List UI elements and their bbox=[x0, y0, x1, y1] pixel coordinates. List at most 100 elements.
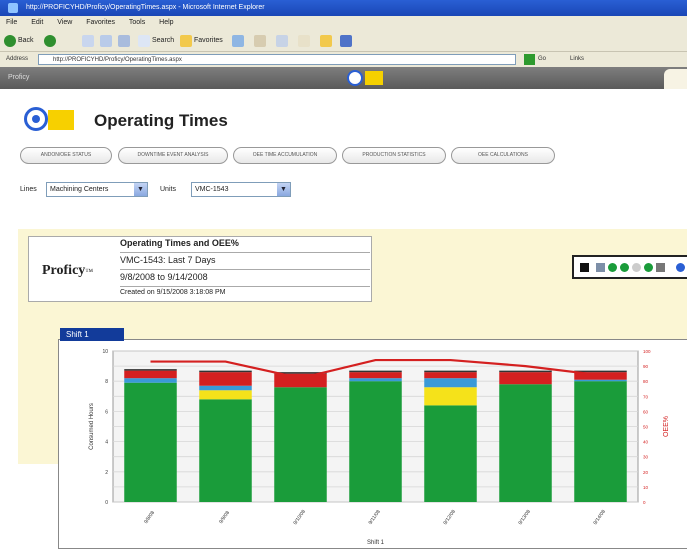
report-brand-tm: ™ bbox=[85, 267, 94, 276]
y2-tick-label: 80 bbox=[643, 379, 649, 384]
bar-segment-4 bbox=[499, 370, 552, 373]
mail-icon[interactable] bbox=[254, 35, 266, 47]
menu-file[interactable]: File bbox=[6, 19, 17, 26]
home-icon[interactable] bbox=[118, 35, 130, 47]
nav-button-downtime-analysis[interactable]: DOWNTIME EVENT ANALYSIS bbox=[118, 147, 228, 164]
bar-segment-2 bbox=[199, 385, 252, 391]
y2-axis-label: OEE% bbox=[663, 416, 670, 437]
bar-segment-0 bbox=[499, 384, 552, 502]
edit-icon[interactable] bbox=[298, 35, 310, 47]
bar-segment-2 bbox=[124, 378, 177, 383]
divider bbox=[120, 286, 370, 287]
print-icon[interactable] bbox=[596, 263, 605, 272]
units-select[interactable]: VMC-1543 ▼ bbox=[191, 182, 291, 197]
search-button[interactable]: Search bbox=[152, 34, 174, 48]
nav-button-production-statistics[interactable]: PRODUCTION STATISTICS bbox=[342, 147, 446, 164]
window-title: http://PROFICYHD/Proficy/OperatingTimes.… bbox=[26, 4, 265, 11]
units-label: Units bbox=[160, 186, 176, 193]
history-icon[interactable] bbox=[232, 35, 244, 47]
units-select-value: VMC-1543 bbox=[195, 186, 229, 193]
app-tab-bar: Proficy bbox=[0, 67, 687, 89]
menu-edit[interactable]: Edit bbox=[31, 19, 43, 26]
chevron-down-icon[interactable]: ▼ bbox=[134, 183, 147, 196]
stop-square-icon[interactable] bbox=[580, 263, 589, 272]
address-input[interactable]: http://PROFICYHD/Proficy/OperatingTimes.… bbox=[38, 54, 516, 65]
report-title: Operating Times and OEE% bbox=[120, 238, 239, 248]
bar-segment-1 bbox=[199, 390, 252, 400]
x-axis-label: Shift 1 bbox=[367, 540, 385, 546]
back-button[interactable]: Back bbox=[18, 34, 34, 48]
links-button[interactable]: Links bbox=[570, 56, 584, 62]
ge-logo-icon bbox=[24, 107, 48, 131]
nav-button-andon-status[interactable]: ANDON/OEE STATUS bbox=[20, 147, 112, 164]
bar-segment-1 bbox=[424, 387, 477, 406]
bar-segment-2 bbox=[424, 378, 477, 388]
y2-tick-label: 70 bbox=[643, 394, 649, 399]
x-tick-label: 9/12/08 bbox=[442, 509, 457, 526]
bar-segment-2 bbox=[574, 379, 627, 382]
y-tick-label: 8 bbox=[105, 379, 108, 385]
bar-segment-0 bbox=[124, 382, 177, 502]
favorites-button[interactable]: Favorites bbox=[194, 34, 223, 48]
bar-segment-3 bbox=[499, 372, 552, 385]
y-tick-label: 0 bbox=[105, 500, 108, 506]
ge-logo-icon bbox=[347, 70, 363, 86]
report-date-range: 9/8/2008 to 9/14/2008 bbox=[120, 272, 208, 282]
browser-toolbar: Back Search Favorites bbox=[0, 30, 687, 52]
nav-button-oee-time-accumulation[interactable]: OEE TIME ACCUMULATION bbox=[233, 147, 337, 164]
x-tick-label: 9/11/08 bbox=[368, 509, 382, 526]
stop-icon[interactable] bbox=[82, 35, 94, 47]
x-tick-label: 9/10/08 bbox=[292, 509, 307, 526]
go-arrow-icon[interactable] bbox=[524, 54, 535, 65]
info-icon[interactable] bbox=[676, 263, 685, 272]
go-button[interactable]: Go bbox=[538, 56, 546, 62]
folder-icon[interactable] bbox=[320, 35, 332, 47]
menu-view[interactable]: View bbox=[57, 19, 72, 26]
search-icon[interactable] bbox=[138, 35, 150, 47]
nav-button-oee-calculations[interactable]: OEE CALCULATIONS bbox=[451, 147, 555, 164]
favorites-star-icon[interactable] bbox=[180, 35, 192, 47]
x-tick-label: 9/9/08 bbox=[218, 510, 231, 525]
forward-icon[interactable] bbox=[644, 263, 653, 272]
bar-segment-3 bbox=[349, 372, 402, 379]
lines-label: Lines bbox=[20, 186, 37, 193]
settings-icon[interactable] bbox=[656, 263, 665, 272]
messenger-icon[interactable] bbox=[340, 35, 352, 47]
refresh-icon[interactable] bbox=[620, 263, 629, 272]
refresh-icon[interactable] bbox=[100, 35, 112, 47]
y2-tick-label: 50 bbox=[643, 425, 649, 430]
divider bbox=[120, 252, 370, 253]
browser-icon bbox=[8, 3, 18, 13]
tab-title[interactable]: Proficy bbox=[8, 74, 29, 81]
y2-tick-label: 0 bbox=[643, 500, 646, 505]
y-tick-label: 4 bbox=[105, 440, 108, 446]
menu-help[interactable]: Help bbox=[159, 19, 173, 26]
divider bbox=[120, 269, 370, 270]
address-bar: Address http://PROFICYHD/Proficy/Operati… bbox=[0, 52, 687, 67]
y-tick-label: 6 bbox=[105, 409, 108, 415]
bar-segment-4 bbox=[349, 370, 402, 373]
window-title-bar: http://PROFICYHD/Proficy/OperatingTimes.… bbox=[0, 0, 687, 16]
y2-tick-label: 100 bbox=[643, 349, 651, 354]
report-subtitle: VMC-1543: Last 7 Days bbox=[120, 255, 216, 265]
chart-toolbar bbox=[572, 255, 687, 279]
bar-segment-0 bbox=[574, 381, 627, 502]
back-arrow-icon[interactable] bbox=[4, 35, 16, 47]
y-tick-label: 10 bbox=[102, 349, 108, 355]
print-icon[interactable] bbox=[276, 35, 288, 47]
menu-favorites[interactable]: Favorites bbox=[86, 19, 115, 26]
lines-select[interactable]: Machining Centers ▼ bbox=[46, 182, 148, 197]
x-tick-label: 9/14/08 bbox=[592, 509, 607, 526]
y2-tick-label: 30 bbox=[643, 455, 649, 460]
forward-arrow-icon[interactable] bbox=[44, 35, 56, 47]
y2-tick-label: 10 bbox=[643, 485, 649, 490]
menu-tools[interactable]: Tools bbox=[129, 19, 145, 26]
play-icon[interactable] bbox=[608, 263, 617, 272]
bar-segment-3 bbox=[124, 370, 177, 379]
zoom-icon[interactable] bbox=[632, 263, 641, 272]
chevron-down-icon[interactable]: ▼ bbox=[277, 183, 290, 196]
tab-right[interactable] bbox=[664, 69, 687, 89]
bar-segment-3 bbox=[274, 373, 327, 388]
page-title: Operating Times bbox=[94, 111, 228, 130]
bar-segment-4 bbox=[124, 369, 177, 371]
